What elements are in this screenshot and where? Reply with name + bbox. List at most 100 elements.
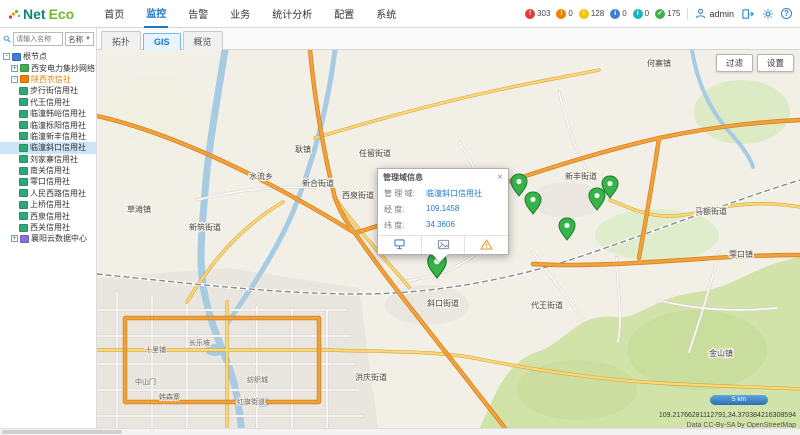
popup-snapshot-button[interactable] [422,236,466,254]
nav-item-home[interactable]: 首页 [102,0,126,28]
help-icon[interactable]: ? [781,8,792,19]
map-label: 新丰街道 [565,171,597,181]
view-tabs: 拓扑GIS概览 [97,28,800,50]
map-label: 代王街道 [531,300,563,310]
warning-alarm-count: 0 [622,9,626,18]
warning-alarm-icon: i [610,9,620,19]
divider [687,8,688,20]
tree-node[interactable]: +西安电力集抄网络 [0,62,96,73]
nav-item-alarm[interactable]: 告警 [186,0,210,28]
alarm-badge-warning[interactable]: i0 [610,9,626,19]
settings-icon[interactable] [761,7,774,20]
horizontal-scrollbar[interactable] [0,428,800,435]
minor-alarm-count: 128 [591,9,604,18]
map-label: 水流乡 [249,171,273,181]
domain-value[interactable]: 临潼斜口信用社 [426,188,482,199]
alarm-badge-info[interactable]: i0 [633,9,649,19]
longitude-value: 109.1458 [426,204,459,215]
expand-icon[interactable]: + [11,235,18,242]
current-user[interactable]: admin [695,8,734,19]
map-label: 纺织城 [247,375,268,384]
sidebar-controls: 名称 ▼ [0,28,96,49]
gis-map: 何寨镇耿镇任留街道水流乡新合街道西泉街道新丰街道马额街道零口镇新筑街道草滩镇斜口… [97,50,800,435]
map-settings-button[interactable]: 设置 [757,54,794,72]
map-label: 何寨镇 [647,58,671,68]
tree-node[interactable]: - 根节点 [0,51,96,62]
chevron-down-icon: ▼ [85,36,91,42]
tree-node[interactable]: 人民西路信用社 [0,188,96,199]
main-panel: 拓扑GIS概览 [97,28,800,435]
tree-node[interactable]: 南关信用社 [0,165,96,176]
tab-topology[interactable]: 拓扑 [101,31,141,52]
tree-node[interactable]: 临潼栎阳信用社 [0,119,96,130]
tree-node-label: 陕西农信社 [31,74,71,85]
brand-text-net: Net [23,6,46,22]
tree-node-label: 根节点 [23,51,47,62]
tab-gis[interactable]: GIS [143,33,181,51]
alarm-summary: !303!0!128i0i0✓175 [525,9,680,19]
map-label: 红旗街道 [237,397,265,406]
map-toolbar: 过滤 设置 [716,54,794,72]
filter-button[interactable]: 过滤 [716,54,753,72]
tree-node[interactable]: 零口信用社 [0,176,96,187]
popup-title: 管理域信息 [383,172,423,183]
logout-icon[interactable] [741,7,754,20]
major-alarm-icon: ! [556,9,566,19]
search-input[interactable] [13,32,63,46]
top-right-cluster: !303!0!128i0i0✓175 admin ? [525,7,792,20]
alarm-badge-major[interactable]: !0 [556,9,572,19]
device-tree: - 根节点+西安电力集抄网络 - 陕西农信社步行街信用社代王信用社临潼韩峪信用社临潼栎… [0,49,96,245]
device-node-icon [19,98,28,106]
map-label: 零口镇 [729,249,753,259]
popup-row-latitude: 纬 度: 34.3606 [378,217,508,233]
nav-item-system[interactable]: 系统 [374,0,398,28]
popup-device-button[interactable] [378,236,422,254]
green-node-icon [20,64,29,72]
nav-item-statistics[interactable]: 统计分析 [270,0,314,28]
tree-node-label: 步行街信用社 [30,85,78,96]
managed-domain-popup: 管理域信息 × 管 理 域: 临潼斜口信用社 经 度: 109.1458 纬 度… [377,168,509,255]
tree-node[interactable]: - 陕西农信社 [0,74,96,85]
alarm-badge-critical[interactable]: !303 [525,9,550,19]
close-icon[interactable]: × [497,174,503,182]
search-icon [3,34,11,44]
tree-node[interactable]: 西泉信用社 [0,210,96,221]
tree-node-label: 临潼斜口信用社 [30,142,86,153]
info-alarm-count: 0 [645,9,649,18]
tree-node-label: 人民西路信用社 [30,188,86,199]
tree-node[interactable]: +襄阳云数据中心 [0,233,96,244]
tree-node[interactable]: 临潼斜口信用社 [0,142,96,153]
tree-node[interactable]: 刘家寨信用社 [0,154,96,165]
monitor-icon [393,239,406,250]
critical-alarm-count: 303 [537,9,550,18]
device-node-icon [19,87,28,95]
tree-node[interactable]: 临潼新丰信用社 [0,131,96,142]
minor-alarm-icon: ! [579,9,589,19]
sidebar: 名称 ▼ - 根节点+西安电力集抄网络 - 陕西农信社步行街信用社代王信用社临潼韩峪信… [0,28,97,435]
main-nav: 首页监控告警业务统计分析配置系统 [102,0,398,28]
expand-icon[interactable]: + [11,65,18,72]
tree-node[interactable]: 临潼韩峪信用社 [0,108,96,119]
popup-alarm-button[interactable] [465,236,508,254]
image-icon [437,239,450,250]
user-icon [695,8,706,19]
root-node-icon [12,53,21,61]
collapse-icon[interactable]: - [11,76,18,83]
alarm-badge-minor[interactable]: !128 [579,9,604,19]
tree-node-label: 零口信用社 [30,176,70,187]
tree-node[interactable]: 代王信用社 [0,97,96,108]
name-filter-select[interactable]: 名称 ▼ [65,32,94,46]
nav-item-monitor[interactable]: 监控 [144,0,168,28]
nav-item-service[interactable]: 业务 [228,0,252,28]
nav-item-config[interactable]: 配置 [332,0,356,28]
tab-overview[interactable]: 概览 [183,31,223,52]
tree-node[interactable]: 步行街信用社 [0,85,96,96]
tree-node-label: 临潼栎阳信用社 [30,120,86,131]
tree-node[interactable]: 上桥信用社 [0,199,96,210]
tree-node-label: 上桥信用社 [30,199,70,210]
scrollbar-thumb[interactable] [2,430,122,434]
alarm-badge-normal[interactable]: ✓175 [655,9,680,19]
map-label: 新合街道 [302,178,334,188]
tree-node[interactable]: 西关信用社 [0,222,96,233]
collapse-icon[interactable]: - [3,53,10,60]
